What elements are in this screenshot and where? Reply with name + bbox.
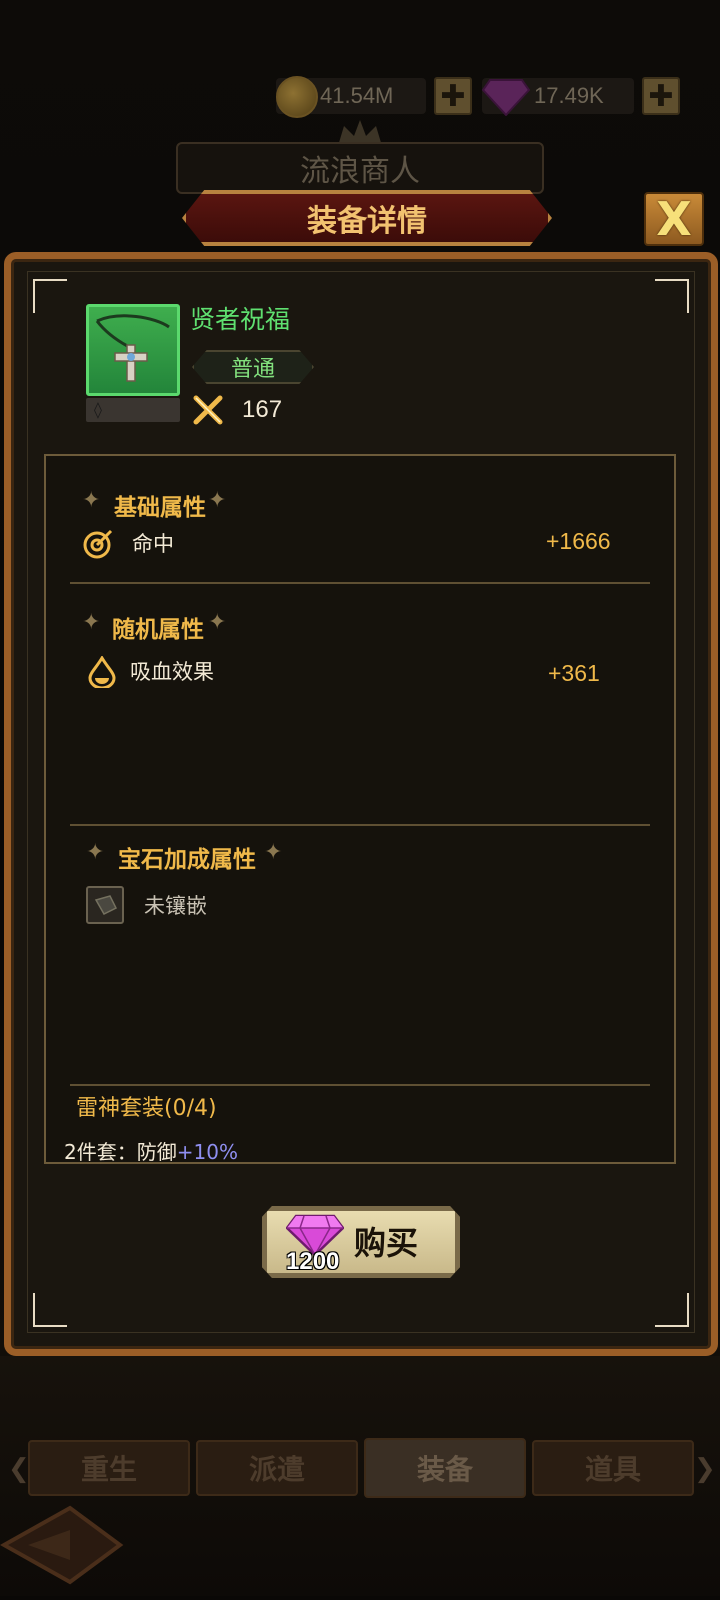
gem-socket[interactable]	[86, 886, 124, 924]
gold-counter: 41.54M ✚	[276, 76, 472, 118]
corner-ornament	[655, 279, 689, 313]
target-icon	[83, 529, 113, 559]
empty-gem-icon	[94, 895, 118, 915]
dialog-title: 装备详情	[182, 190, 552, 246]
crossed-swords-icon	[193, 395, 223, 425]
corner-ornament	[33, 1293, 67, 1327]
star-ornament: ✦	[86, 840, 105, 865]
cross-necklace-icon	[95, 314, 170, 382]
rarity-badge: 普通	[192, 350, 314, 384]
set-bonus-value: +10%	[176, 1140, 238, 1164]
section-divider	[70, 824, 650, 826]
set-bonus: 2件套：防御+10%	[64, 1136, 238, 1165]
nav-left-arrow-icon[interactable]: ❮	[8, 1454, 30, 1484]
star-ornament: ✦	[264, 840, 283, 865]
gem-status: 未镶嵌	[144, 894, 207, 918]
stat-value-lifesteal: +361	[548, 660, 600, 686]
star-ornament: ✦	[208, 610, 227, 635]
corner-ornament	[655, 1293, 689, 1327]
tab-dispatch[interactable]: 派遣	[196, 1440, 358, 1496]
item-icon	[86, 304, 180, 396]
tab-items[interactable]: 道具	[532, 1440, 694, 1496]
combat-power-value: 167	[242, 396, 283, 423]
back-arrow-icon[interactable]	[0, 1500, 124, 1590]
buy-price: 1200	[286, 1248, 340, 1275]
tab-rebirth[interactable]: 重生	[28, 1440, 190, 1496]
base-attributes-title: 基础属性	[114, 495, 206, 521]
random-attributes-title: 随机属性	[112, 617, 204, 643]
stat-label-lifesteal: 吸血效果	[130, 660, 214, 684]
gem-icon	[482, 79, 530, 116]
star-ornament: ✦	[208, 488, 227, 513]
set-bonus-label: 2件套：防御	[64, 1140, 177, 1164]
add-gems-button[interactable]: ✚	[642, 77, 680, 115]
item-socket-indicator: ◊	[86, 398, 180, 422]
add-gold-button[interactable]: ✚	[434, 77, 472, 115]
gold-coin-icon	[276, 76, 318, 118]
section-divider	[70, 582, 650, 584]
gem-counter: 17.49K ✚	[482, 76, 680, 116]
nav-right-arrow-icon[interactable]: ❯	[694, 1454, 716, 1484]
attributes-box	[44, 454, 676, 1164]
gem-attributes-title: 宝石加成属性	[118, 847, 256, 873]
corner-ornament	[33, 279, 67, 313]
buy-label: 购买	[354, 1224, 419, 1262]
item-name: 贤者祝福	[190, 305, 291, 334]
shop-title: 流浪商人	[176, 142, 544, 194]
star-ornament: ✦	[82, 610, 101, 635]
tab-equipment[interactable]: 装备	[364, 1438, 526, 1498]
section-divider	[70, 1084, 650, 1086]
star-ornament: ✦	[82, 488, 101, 513]
set-title: 雷神套装(0/4)	[76, 1096, 217, 1121]
blood-drop-icon	[88, 656, 116, 688]
close-button[interactable]: X	[644, 192, 704, 246]
stat-value-hit: +1666	[546, 528, 611, 554]
stat-label-hit: 命中	[132, 532, 174, 556]
